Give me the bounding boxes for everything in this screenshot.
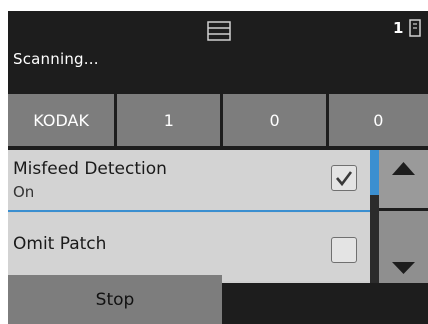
arrow-up-icon	[392, 162, 415, 175]
setting-name: Omit Patch	[13, 234, 107, 254]
scanner-screen: 1 Scanning... KODAK 1 0 0 Misfeed Detect…	[8, 11, 428, 324]
counter-3[interactable]: 0	[328, 94, 428, 146]
page-title: Scanning...	[13, 50, 99, 68]
setting-value: On	[13, 183, 35, 201]
row-divider	[8, 210, 370, 212]
settings-list: Misfeed Detection On Omit Patch	[8, 150, 370, 283]
omit-patch-checkbox[interactable]	[331, 237, 357, 263]
counter-kodak[interactable]: KODAK	[8, 94, 115, 146]
page-icon	[408, 19, 428, 37]
setting-omit-patch[interactable]: Omit Patch	[8, 213, 370, 281]
scroll-thumb[interactable]	[370, 150, 379, 195]
title-bar: 1 Scanning...	[8, 11, 428, 81]
scroll-up-button[interactable]	[379, 150, 428, 208]
tray-icon	[207, 21, 231, 41]
counter-2[interactable]: 0	[223, 94, 326, 146]
setting-misfeed-detection[interactable]: Misfeed Detection On	[8, 150, 370, 210]
page-count: 1	[393, 19, 404, 37]
misfeed-detection-checkbox[interactable]	[331, 165, 357, 191]
arrow-down-icon	[392, 262, 415, 274]
counter-1[interactable]: 1	[117, 94, 221, 146]
checkmark-icon	[336, 171, 353, 187]
stop-button[interactable]: Stop	[8, 275, 222, 324]
setting-name: Misfeed Detection	[13, 159, 167, 179]
scroll-down-button[interactable]	[379, 211, 428, 283]
counter-row: KODAK 1 0 0	[8, 94, 428, 146]
